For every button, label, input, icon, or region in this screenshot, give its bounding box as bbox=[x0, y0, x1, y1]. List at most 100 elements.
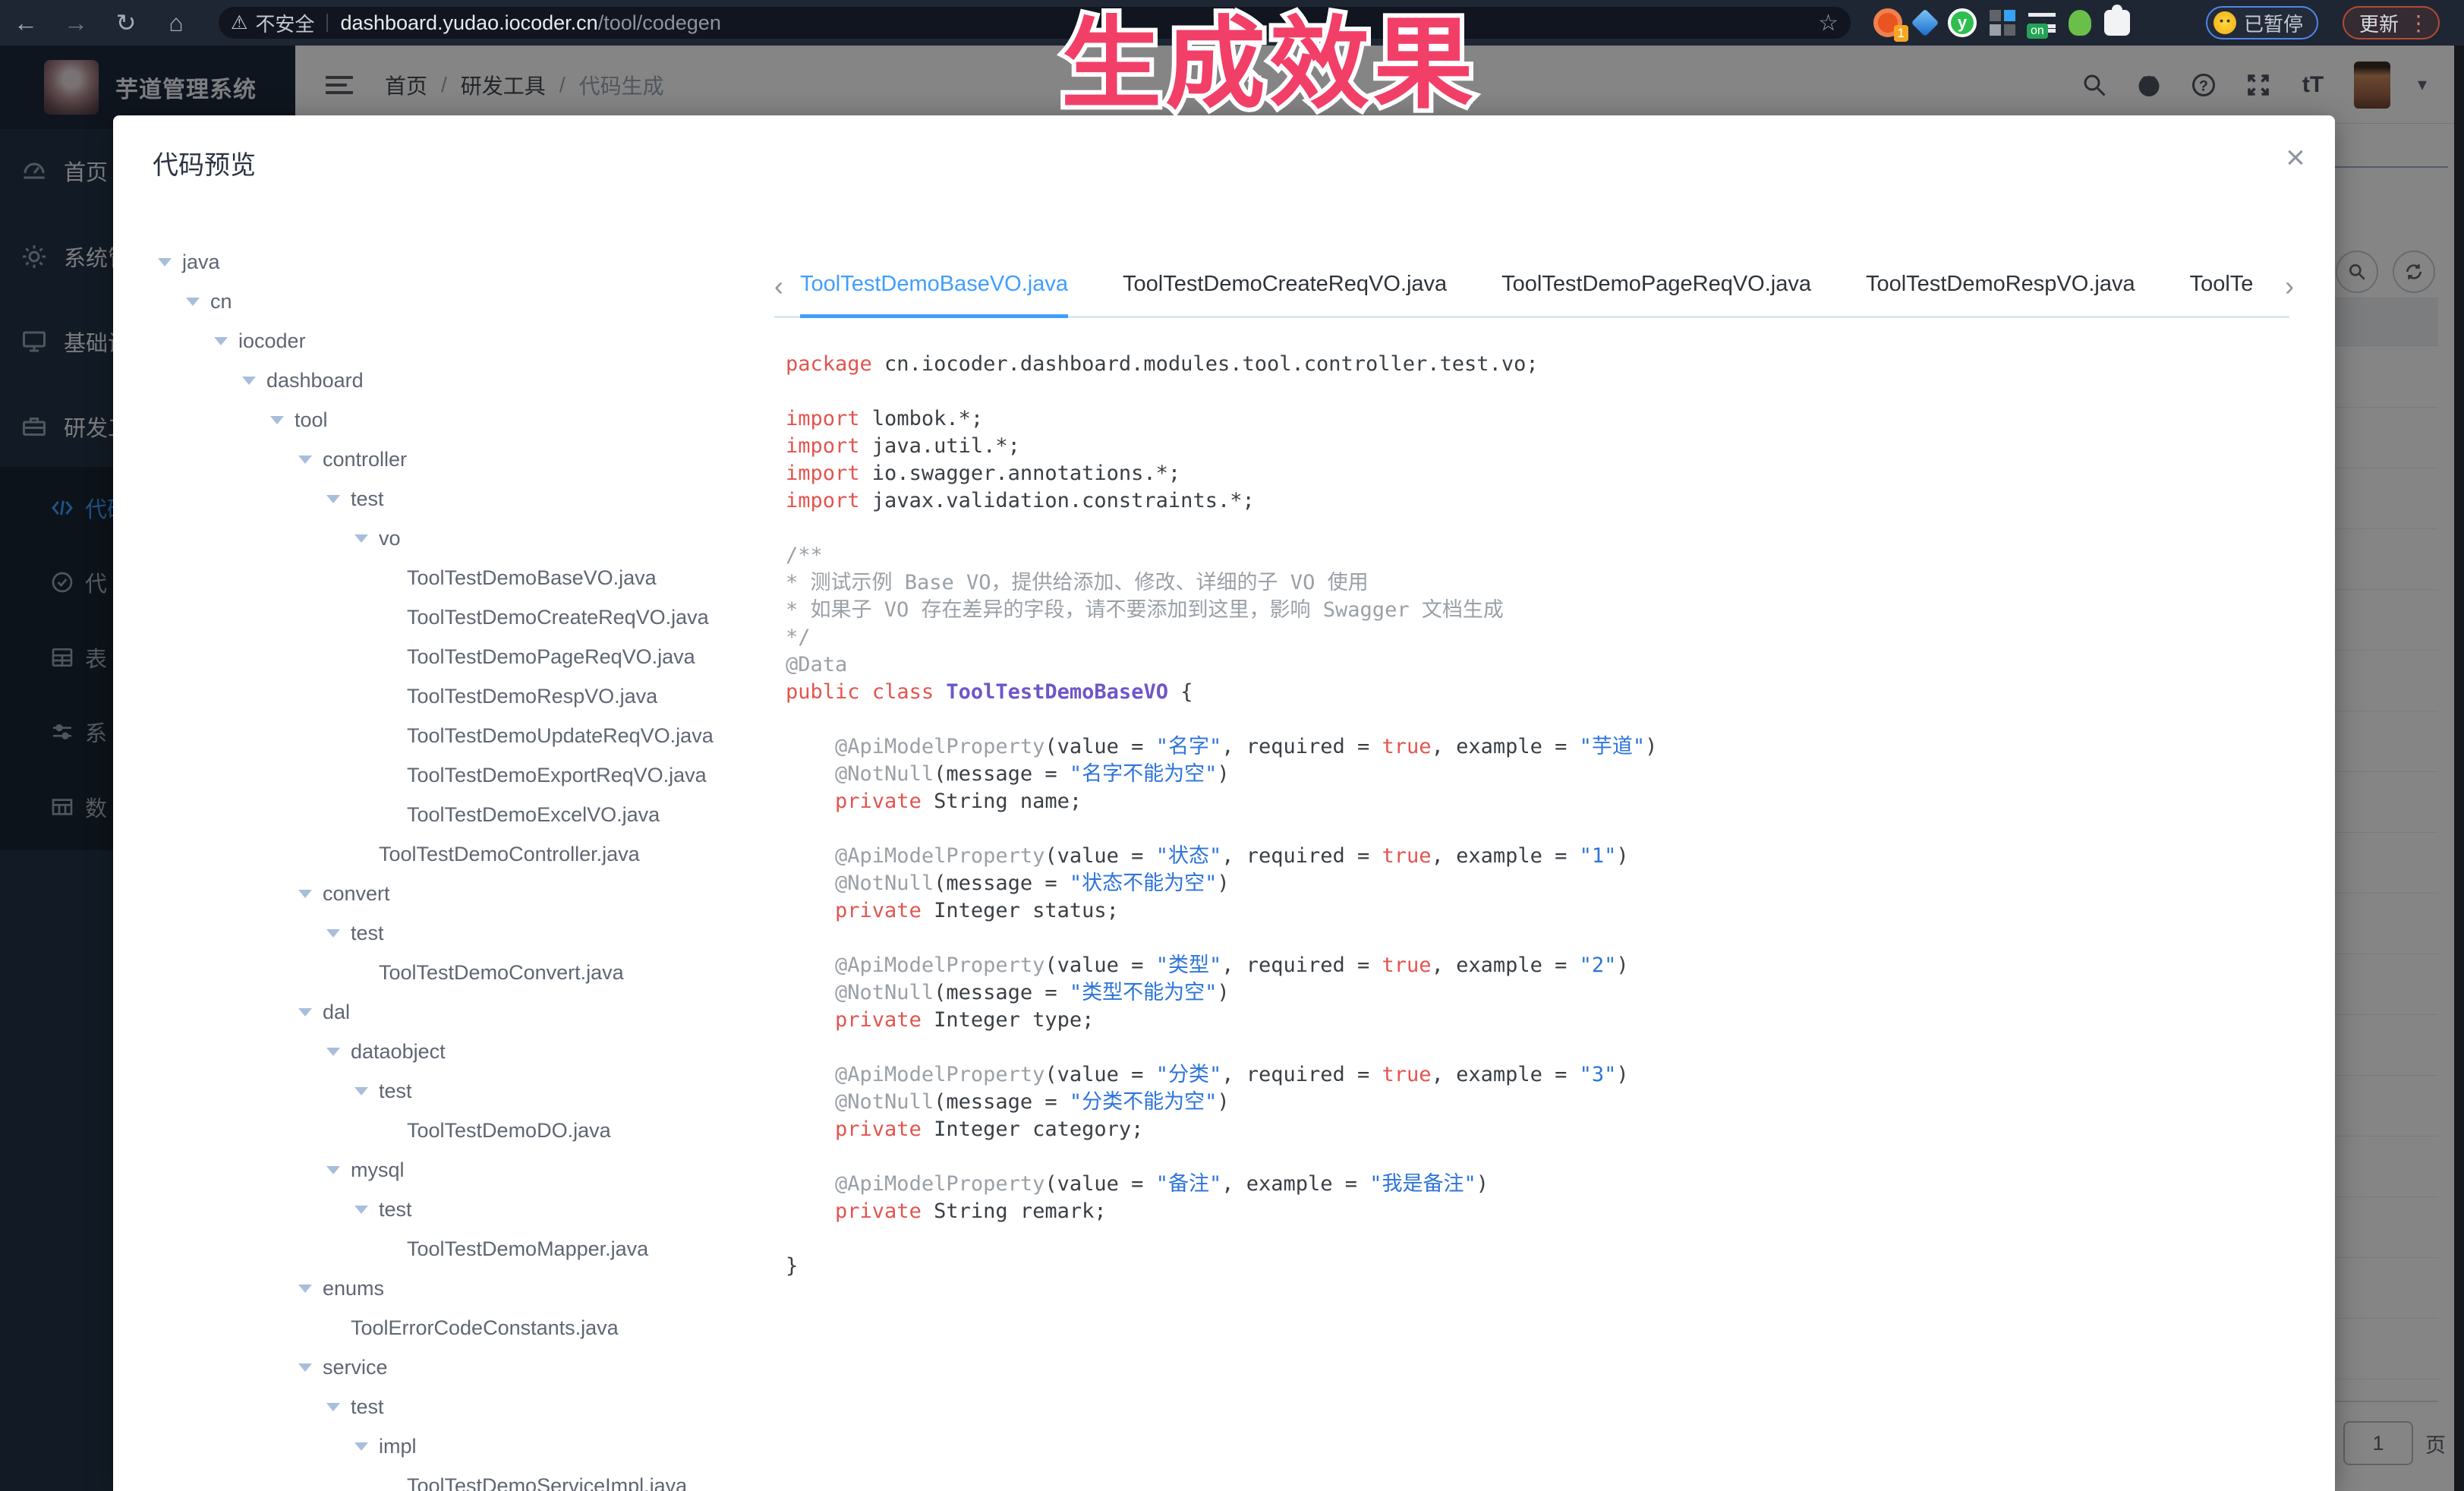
tree-file[interactable]: ToolTestDemoMapper.java bbox=[383, 1229, 648, 1269]
tree-folder[interactable]: iocoder bbox=[214, 321, 306, 361]
tree-folder[interactable]: test bbox=[326, 913, 384, 953]
tree-node-label: cn bbox=[210, 290, 232, 314]
tree-folder[interactable]: mysql bbox=[326, 1150, 405, 1190]
code-line: @NotNull(message = "分类不能为空") bbox=[786, 1089, 2304, 1116]
profile-paused-chip[interactable]: 已暂停 bbox=[2206, 6, 2318, 39]
caret-down-icon bbox=[326, 929, 340, 938]
code-line bbox=[786, 925, 2304, 952]
browser-menu-icon[interactable]: ⋮ bbox=[2408, 11, 2429, 36]
not-secure-label: 不安全 bbox=[255, 9, 314, 37]
caret-down-icon bbox=[298, 1363, 312, 1372]
tree-node-label: service bbox=[323, 1356, 388, 1379]
tab-ToolTestDemoBaseVO.java[interactable]: ToolTestDemoBaseVO.java bbox=[800, 261, 1068, 318]
tree-file[interactable]: ToolTestDemoRespVO.java bbox=[383, 676, 657, 716]
code-line bbox=[786, 1034, 2304, 1061]
caret-down-icon bbox=[186, 298, 200, 306]
tab-ToolTe[interactable]: ToolTe bbox=[2190, 261, 2254, 318]
tabs-scroll-right-icon[interactable]: › bbox=[2285, 270, 2294, 302]
tree-folder[interactable]: enums bbox=[298, 1269, 384, 1308]
caret-down-icon bbox=[270, 416, 284, 424]
url-host: dashboard.yudao.iocoder.cn bbox=[340, 11, 597, 35]
code-line: @Data bbox=[786, 651, 2304, 679]
code-line: /** bbox=[786, 542, 2304, 569]
code-line: @NotNull(message = "名字不能为空") bbox=[786, 761, 2304, 788]
address-bar[interactable]: ⚠ 不安全 dashboard.yudao.iocoder.cn /tool/c… bbox=[219, 7, 1851, 39]
tree-node-label: ToolTestDemoDO.java bbox=[407, 1119, 611, 1143]
tree-folder[interactable]: cn bbox=[186, 282, 232, 321]
code-line: import java.util.*; bbox=[786, 433, 2304, 460]
tree-node-label: tool bbox=[295, 408, 328, 432]
tree-node-label: ToolTestDemoBaseVO.java bbox=[407, 566, 657, 590]
tree-node-label: test bbox=[351, 487, 384, 511]
code-line: @ApiModelProperty(value = "类型", required… bbox=[786, 952, 2304, 979]
tree-file[interactable]: ToolErrorCodeConstants.java bbox=[326, 1308, 619, 1348]
tree-folder[interactable]: dataobject bbox=[326, 1032, 446, 1071]
tree-node-label: ToolTestDemoCreateReqVO.java bbox=[407, 606, 709, 629]
extension-puzzle-icon[interactable] bbox=[2104, 10, 2130, 36]
caret-down-icon bbox=[298, 1008, 312, 1017]
caret-down-icon bbox=[354, 1442, 368, 1451]
tabs-scroll-left-icon[interactable]: ‹ bbox=[774, 270, 783, 302]
file-tree: java cn iocoderdashboard tool controller test… bbox=[113, 115, 766, 1491]
tree-folder[interactable]: tool bbox=[270, 400, 328, 440]
tree-file[interactable]: ToolTestDemoServiceImpl.java bbox=[383, 1466, 687, 1491]
caret-down-icon bbox=[298, 455, 312, 464]
tab-ToolTestDemoCreateReqVO.java[interactable]: ToolTestDemoCreateReqVO.java bbox=[1123, 261, 1447, 318]
tree-file[interactable]: ToolTestDemoExportReqVO.java bbox=[383, 755, 707, 795]
tree-node-label: dataobject bbox=[351, 1040, 446, 1064]
code-line: @ApiModelProperty(value = "名字", required… bbox=[786, 733, 2304, 761]
extension-y-icon[interactable]: y bbox=[1948, 8, 1977, 37]
tree-folder[interactable]: impl bbox=[354, 1426, 417, 1466]
close-icon[interactable]: × bbox=[2273, 135, 2318, 181]
tree-folder[interactable]: service bbox=[298, 1348, 388, 1387]
code-line: */ bbox=[786, 624, 2304, 651]
tree-file[interactable]: ToolTestDemoBaseVO.java bbox=[383, 558, 657, 597]
tree-node-label: vo bbox=[379, 527, 401, 550]
tree-folder[interactable]: convert bbox=[298, 874, 390, 913]
tree-file[interactable]: ToolTestDemoDO.java bbox=[383, 1111, 611, 1150]
caret-down-icon bbox=[326, 495, 340, 503]
code-line: private Integer category; bbox=[786, 1116, 2304, 1143]
tab-ToolTestDemoPageReqVO.java[interactable]: ToolTestDemoPageReqVO.java bbox=[1501, 261, 1811, 318]
update-button[interactable]: 更新 ⋮ bbox=[2343, 6, 2440, 39]
tree-node-label: ToolErrorCodeConstants.java bbox=[351, 1316, 619, 1340]
forward-icon[interactable]: → bbox=[61, 9, 91, 37]
tree-folder[interactable]: java bbox=[158, 242, 220, 282]
tree-folder[interactable]: dal bbox=[298, 992, 350, 1032]
reload-icon[interactable]: ↻ bbox=[111, 8, 141, 37]
extension-plant-icon[interactable] bbox=[2069, 10, 2091, 36]
code-line: @ApiModelProperty(value = "备注", example … bbox=[786, 1171, 2304, 1198]
bookmark-star-icon[interactable]: ☆ bbox=[1818, 10, 1839, 36]
tree-folder[interactable]: test bbox=[326, 479, 384, 519]
extension-list-icon[interactable]: on bbox=[2028, 13, 2056, 33]
code-line bbox=[786, 815, 2304, 843]
code-line: import javax.validation.constraints.*; bbox=[786, 487, 2304, 515]
code-line bbox=[786, 378, 2304, 405]
caret-down-icon bbox=[214, 337, 228, 345]
tree-folder[interactable]: test bbox=[326, 1387, 384, 1426]
extension-squares-icon[interactable] bbox=[1990, 10, 2015, 36]
tree-file[interactable]: ToolTestDemoUpdateReqVO.java bbox=[383, 716, 714, 755]
tree-node-label: impl bbox=[379, 1435, 417, 1458]
tree-folder[interactable]: controller bbox=[298, 440, 407, 479]
code-line: private Integer status; bbox=[786, 897, 2304, 925]
tree-file[interactable]: ToolTestDemoConvert.java bbox=[354, 953, 624, 992]
code-line: @NotNull(message = "状态不能为空") bbox=[786, 870, 2304, 897]
code-line: @NotNull(message = "类型不能为空") bbox=[786, 979, 2304, 1007]
tree-folder[interactable]: test bbox=[354, 1071, 412, 1111]
tree-file[interactable]: ToolTestDemoPageReqVO.java bbox=[383, 637, 695, 676]
tree-file[interactable]: ToolTestDemoExcelVO.java bbox=[383, 795, 660, 834]
back-icon[interactable]: ← bbox=[11, 9, 41, 37]
extension-gem-icon[interactable] bbox=[1915, 13, 1935, 33]
tree-file[interactable]: ToolTestDemoCreateReqVO.java bbox=[383, 597, 709, 637]
caret-down-icon bbox=[326, 1166, 340, 1174]
tree-folder[interactable]: dashboard bbox=[242, 361, 364, 400]
address-divider bbox=[326, 14, 328, 32]
home-icon[interactable]: ⌂ bbox=[161, 9, 191, 37]
tab-ToolTestDemoRespVO.java[interactable]: ToolTestDemoRespVO.java bbox=[1866, 261, 2135, 318]
tree-folder[interactable]: vo bbox=[354, 519, 401, 558]
tree-folder[interactable]: test bbox=[354, 1190, 412, 1229]
tree-file[interactable]: ToolTestDemoController.java bbox=[354, 834, 640, 874]
extension-ubuntu-icon[interactable]: 1 bbox=[1873, 8, 1902, 37]
code-line: private String name; bbox=[786, 788, 2304, 815]
